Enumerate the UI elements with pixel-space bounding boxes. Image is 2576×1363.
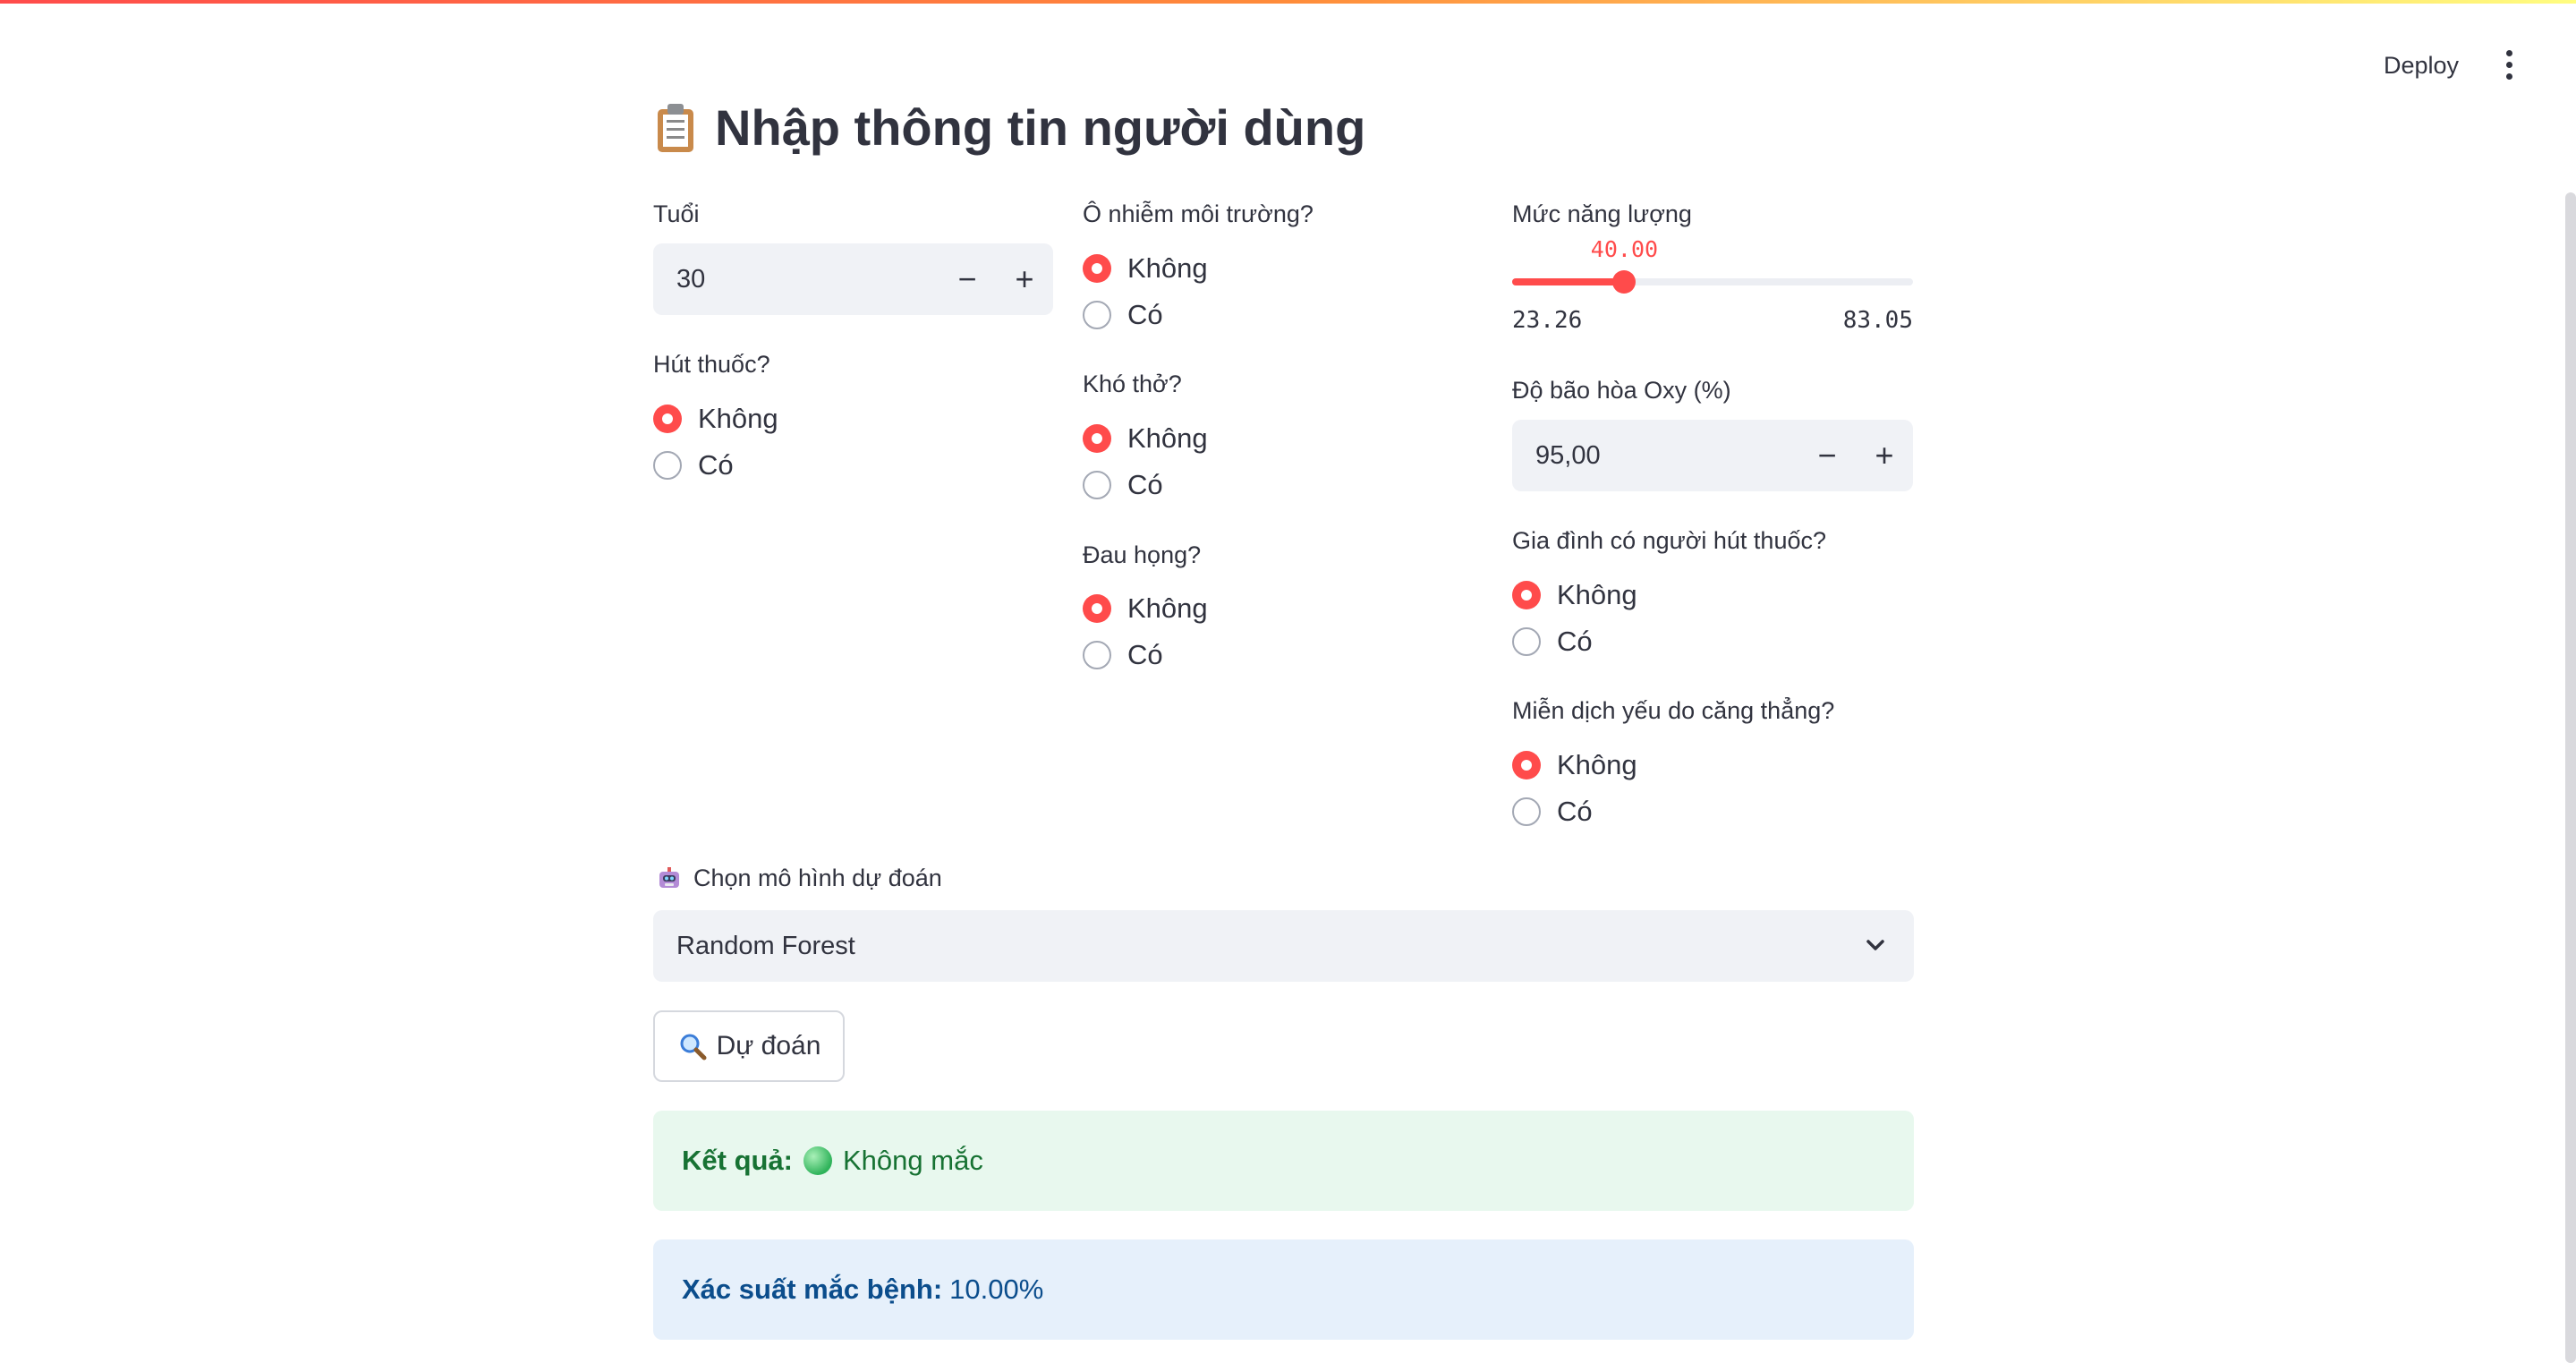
energy-slider-min: 23.26 — [1512, 307, 1583, 334]
pollution-option-yes[interactable]: Có — [1083, 299, 1163, 331]
stress-immune-option-yes[interactable]: Có — [1512, 796, 1593, 828]
magnifier-icon — [680, 1034, 707, 1061]
result-label: Kết quả: — [682, 1145, 793, 1176]
radio-selected-icon — [1512, 581, 1541, 609]
result-value: Không mắc — [843, 1145, 983, 1176]
age-label: Tuổi — [653, 200, 700, 227]
smoking-option-no[interactable]: Không — [653, 403, 778, 435]
radio-selected-icon — [1083, 594, 1111, 623]
energy-slider-fill — [1512, 278, 1625, 285]
radio-unselected-icon — [1512, 797, 1541, 826]
energy-slider-thumb[interactable] — [1612, 270, 1637, 294]
breathing-option-yes[interactable]: Có — [1083, 469, 1163, 501]
green-circle-icon — [803, 1146, 832, 1175]
result-alert: Kết quả: Không mắc — [653, 1111, 1914, 1211]
clipboard-icon — [656, 103, 695, 152]
oxygen-number-input[interactable]: 95,00 − + — [1512, 420, 1913, 491]
radio-unselected-icon — [1512, 627, 1541, 656]
page-title-text: Nhập thông tin người dùng — [715, 99, 1366, 156]
page-title: Nhập thông tin người dùng — [656, 98, 1365, 157]
breathing-label: Khó thở? — [1083, 371, 1182, 397]
stress-immune-label: Miễn dịch yếu do căng thẳng? — [1512, 697, 1835, 724]
probability-alert: Xác suất mắc bệnh: 10.00% — [653, 1239, 1914, 1340]
model-select-label-text: Chọn mô hình dự đoán — [693, 865, 942, 891]
radio-selected-icon — [653, 405, 682, 433]
predict-button-label: Dự đoán — [716, 1031, 821, 1061]
energy-slider-max: 83.05 — [1842, 307, 1913, 334]
age-increment-button[interactable]: + — [996, 243, 1053, 315]
deploy-button[interactable]: Deploy — [2362, 47, 2480, 83]
oxygen-value[interactable]: 95,00 — [1535, 420, 1601, 491]
age-number-input[interactable]: 30 − + — [653, 243, 1053, 315]
radio-unselected-icon — [1083, 641, 1111, 669]
family-smoking-label: Gia đình có người hút thuốc? — [1512, 527, 1826, 554]
family-smoking-option-no[interactable]: Không — [1512, 579, 1637, 611]
top-decoration-bar — [0, 0, 2576, 4]
main-menu-button[interactable] — [2493, 45, 2525, 86]
sore-throat-option-no[interactable]: Không — [1083, 592, 1208, 625]
pollution-option-no[interactable]: Không — [1083, 252, 1208, 285]
model-select-label: Chọn mô hình dự đoán — [656, 865, 942, 892]
energy-slider-track[interactable] — [1512, 270, 1913, 294]
smoking-label: Hút thuốc? — [653, 351, 770, 378]
radio-selected-icon — [1083, 424, 1111, 453]
radio-selected-icon — [1083, 254, 1111, 283]
robot-icon — [659, 866, 679, 888]
oxygen-increment-button[interactable]: + — [1856, 420, 1913, 491]
stress-immune-option-no[interactable]: Không — [1512, 749, 1637, 781]
oxygen-decrement-button[interactable]: − — [1798, 420, 1856, 491]
radio-unselected-icon — [1083, 301, 1111, 329]
radio-unselected-icon — [1083, 471, 1111, 499]
energy-slider-value: 40.00 — [1590, 236, 1659, 262]
breathing-option-no[interactable]: Không — [1083, 422, 1208, 455]
pollution-label: Ô nhiễm môi trường? — [1083, 200, 1314, 227]
smoking-option-yes[interactable]: Có — [653, 449, 734, 481]
oxygen-label: Độ bão hòa Oxy (%) — [1512, 377, 1731, 404]
age-value[interactable]: 30 — [676, 243, 705, 315]
radio-selected-icon — [1512, 751, 1541, 779]
sore-throat-label: Đau họng? — [1083, 541, 1202, 568]
predict-button[interactable]: Dự đoán — [653, 1010, 845, 1082]
probability-value: 10.00% — [949, 1274, 1044, 1305]
sore-throat-option-yes[interactable]: Có — [1083, 639, 1163, 671]
radio-unselected-icon — [653, 451, 682, 480]
model-select-value: Random Forest — [676, 932, 855, 960]
chevron-down-icon — [1866, 940, 1884, 950]
scrollbar[interactable] — [2565, 192, 2576, 1363]
vertical-dots-icon — [2505, 50, 2512, 56]
energy-label: Mức năng lượng — [1512, 200, 1692, 227]
model-select[interactable]: Random Forest — [653, 910, 1914, 982]
age-decrement-button[interactable]: − — [939, 243, 996, 315]
probability-label: Xác suất mắc bệnh: — [682, 1274, 943, 1305]
family-smoking-option-yes[interactable]: Có — [1512, 626, 1593, 658]
